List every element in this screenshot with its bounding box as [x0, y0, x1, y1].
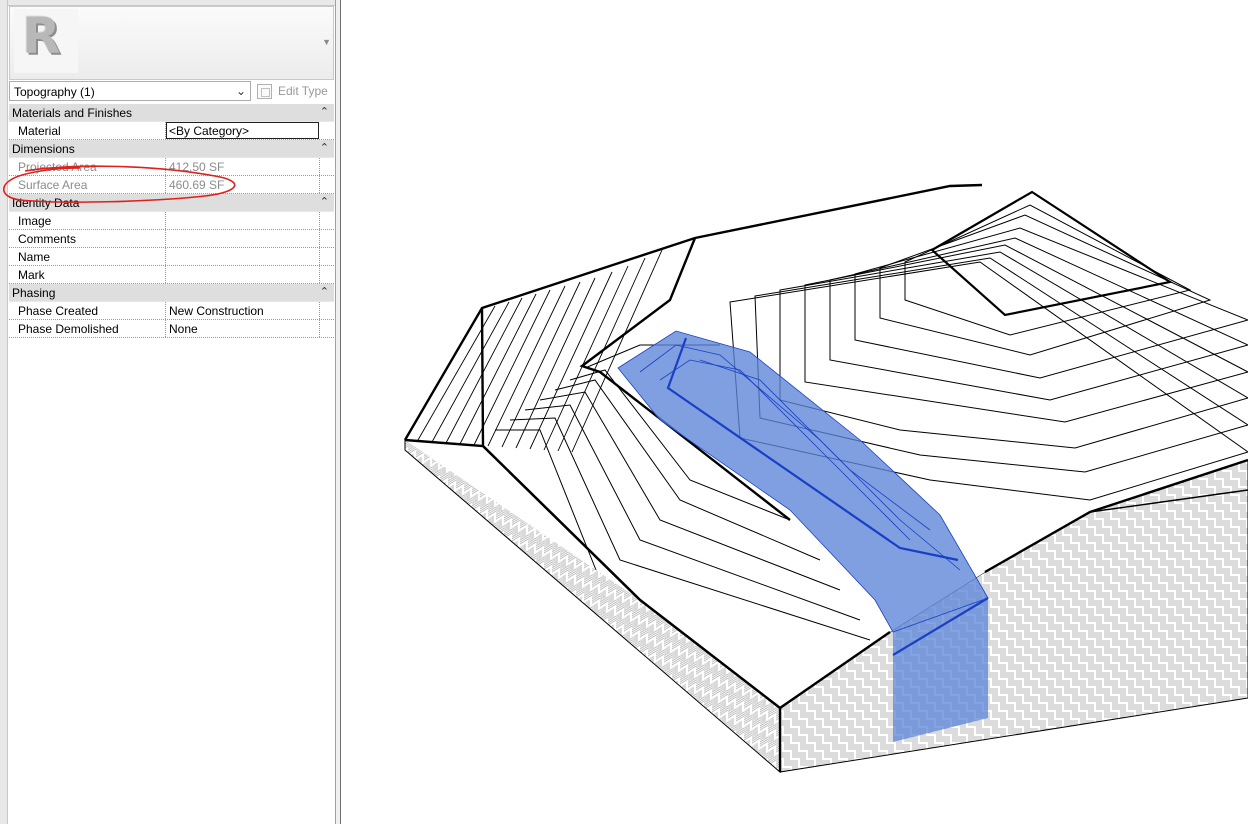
properties-panel: R ▼ Topography (1) ⌄ Edit Type Materials… — [0, 0, 341, 824]
chevron-down-icon[interactable]: ⌄ — [236, 84, 246, 98]
3d-viewport[interactable] — [341, 0, 1248, 824]
group-title: Identity Data — [12, 196, 80, 210]
collapse-chevron-icon[interactable]: ⌃ — [320, 285, 329, 298]
revit-logo-icon: R — [14, 7, 78, 73]
image-field[interactable] — [167, 212, 320, 229]
filter-row: Topography (1) ⌄ Edit Type — [9, 80, 334, 103]
property-label: Image — [9, 212, 166, 229]
property-label: Material — [9, 122, 166, 139]
edit-type-label: Edit Type — [278, 84, 328, 98]
property-label: Comments — [9, 230, 166, 247]
property-row-name[interactable]: Name — [9, 248, 334, 266]
group-title: Phasing — [12, 286, 56, 300]
edit-type-icon — [257, 83, 272, 99]
property-row-comments[interactable]: Comments — [9, 230, 334, 248]
property-row-mark[interactable]: Mark — [9, 266, 334, 284]
comments-field[interactable] — [167, 230, 320, 247]
chevron-down-icon[interactable]: ▼ — [322, 37, 331, 47]
property-label: Name — [9, 248, 166, 265]
type-selector[interactable]: R ▼ — [9, 6, 334, 80]
collapse-chevron-icon[interactable]: ⌃ — [320, 141, 329, 154]
name-field[interactable] — [167, 248, 320, 265]
properties-grid: Materials and Finishes ⌃ Material <By Ca… — [9, 104, 334, 338]
group-dimensions[interactable]: Dimensions ⌃ — [9, 140, 334, 158]
instance-selector-dropdown[interactable]: Topography (1) ⌄ — [9, 81, 251, 101]
property-label: Surface Area — [9, 176, 166, 193]
property-row-phase-demolished[interactable]: Phase Demolished None — [9, 320, 334, 338]
collapse-chevron-icon[interactable]: ⌃ — [320, 195, 329, 208]
property-row-material[interactable]: Material <By Category> — [9, 122, 334, 140]
group-title: Dimensions — [12, 142, 75, 156]
group-identity-data[interactable]: Identity Data ⌃ — [9, 194, 334, 212]
property-label: Mark — [9, 266, 166, 283]
property-label: Projected Area — [9, 158, 166, 175]
property-row-phase-created[interactable]: Phase Created New Construction — [9, 302, 334, 320]
property-value: 460.69 SF — [167, 176, 320, 193]
group-title: Materials and Finishes — [12, 106, 133, 120]
property-label: Phase Demolished — [9, 320, 166, 337]
property-value: 412.50 SF — [167, 158, 320, 175]
property-row-projected-area: Projected Area 412.50 SF — [9, 158, 334, 176]
material-field[interactable]: <By Category> — [166, 122, 319, 139]
phase-demolished-field[interactable]: None — [167, 320, 320, 337]
group-materials-and-finishes[interactable]: Materials and Finishes ⌃ — [9, 104, 334, 122]
property-row-surface-area: Surface Area 460.69 SF — [9, 176, 334, 194]
instance-selector-label: Topography (1) — [14, 85, 95, 99]
panel-left-border — [0, 0, 8, 824]
group-phasing[interactable]: Phasing ⌃ — [9, 284, 334, 302]
topography-3d-view[interactable] — [341, 0, 1248, 824]
mark-field[interactable] — [167, 266, 320, 283]
phase-created-field[interactable]: New Construction — [167, 302, 320, 319]
collapse-chevron-icon[interactable]: ⌃ — [320, 105, 329, 118]
property-row-image[interactable]: Image — [9, 212, 334, 230]
edit-type-button[interactable]: Edit Type — [257, 82, 328, 100]
property-label: Phase Created — [9, 302, 166, 319]
